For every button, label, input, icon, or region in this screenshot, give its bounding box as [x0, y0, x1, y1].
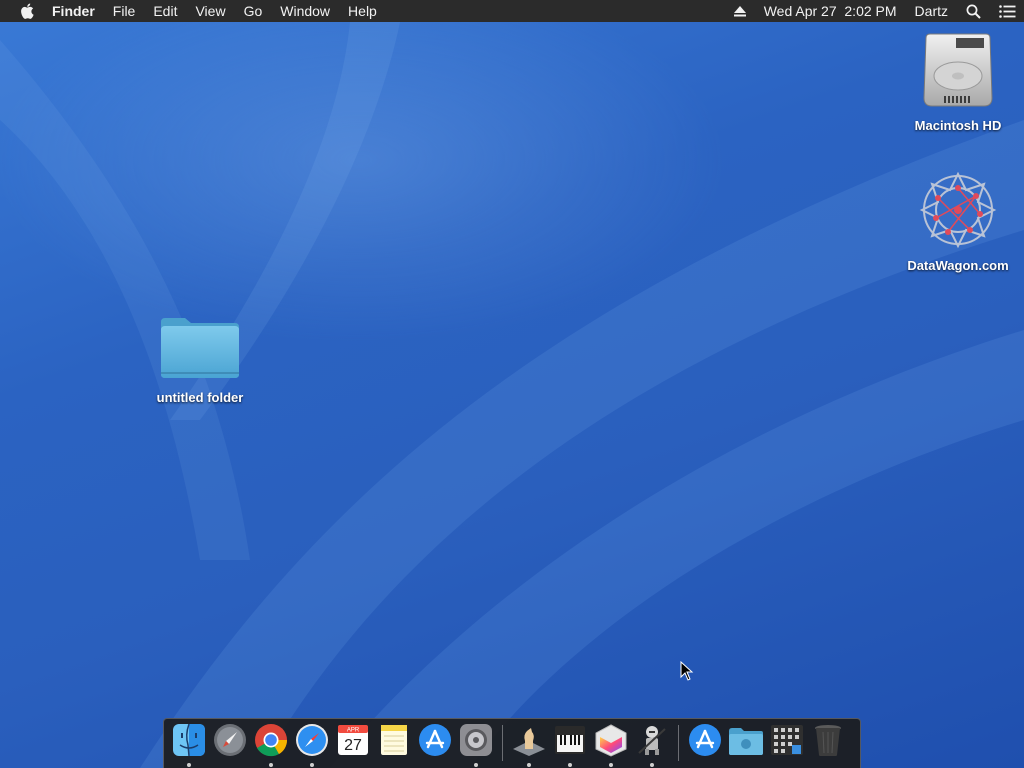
desktop-item-untitled-folder[interactable]: untitled folder — [135, 312, 265, 405]
chess-icon — [512, 728, 545, 756]
menu-view[interactable]: View — [195, 0, 225, 22]
dock-item-applications[interactable] — [686, 723, 723, 768]
finder-icon — [172, 723, 205, 757]
dock-separator — [678, 725, 679, 761]
running-indicator — [649, 763, 654, 767]
calendar-icon: APR 27 — [337, 725, 368, 755]
running-indicator — [567, 763, 572, 767]
menu-bar: Finder File Edit View Go Window Help Wed… — [0, 0, 1024, 22]
apple-icon[interactable] — [18, 2, 36, 20]
dock-item-chess[interactable] — [510, 723, 547, 768]
downloads-folder-icon — [728, 728, 763, 755]
dock-item-chrome[interactable] — [252, 723, 289, 768]
dock-item-notes[interactable] — [375, 723, 412, 768]
system-preferences-icon — [459, 724, 492, 756]
menu-app-finder[interactable]: Finder — [52, 0, 95, 22]
notification-center-icon[interactable] — [999, 4, 1016, 18]
calendar-day: 27 — [344, 737, 362, 754]
hard-drive-icon — [923, 33, 993, 107]
menu-window[interactable]: Window — [280, 0, 330, 22]
piano-icon — [554, 726, 585, 754]
dock-item-grapher[interactable] — [592, 723, 629, 768]
running-indicator — [608, 763, 613, 767]
desktop-item-datawagon[interactable]: DataWagon.com — [893, 170, 1023, 273]
running-indicator — [526, 763, 531, 767]
desktop-item-label: Macintosh HD — [914, 118, 1002, 133]
dock-item-trash[interactable] — [809, 723, 846, 768]
desktop-item-macintosh-hd[interactable]: Macintosh HD — [893, 32, 1023, 133]
dock-separator — [502, 725, 503, 761]
menubar-clock[interactable]: Wed Apr 27 2:02 PM — [764, 3, 897, 19]
dock-item-app-store[interactable] — [416, 723, 453, 768]
dock-item-calendar[interactable]: APR 27 — [334, 723, 371, 768]
menu-file[interactable]: File — [113, 0, 136, 22]
running-indicator — [309, 763, 314, 767]
eject-icon[interactable] — [733, 5, 746, 17]
running-indicator — [473, 763, 478, 767]
desktop-item-label: untitled folder — [156, 390, 244, 405]
menubar-user[interactable]: Dartz — [915, 3, 948, 19]
menubar-status-area: Wed Apr 27 2:02 PM Dartz — [716, 3, 1016, 19]
folder-icon — [161, 318, 239, 378]
dock-item-safari[interactable] — [293, 723, 330, 768]
menu-edit[interactable]: Edit — [153, 0, 177, 22]
dock-item-launchpad[interactable] — [211, 723, 248, 768]
calendar-month: APR — [346, 728, 359, 734]
launchpad-icon — [213, 724, 246, 756]
dock-item-downloads[interactable] — [727, 723, 764, 768]
safari-icon — [295, 724, 328, 756]
automator-icon — [637, 726, 666, 755]
dock: APR 27 — [163, 718, 861, 768]
dock-item-grid-folder[interactable] — [768, 723, 805, 768]
app-store-icon — [418, 724, 451, 756]
grapher-icon — [595, 724, 626, 757]
dock-item-piano[interactable] — [551, 723, 588, 768]
dock-item-system-preferences[interactable] — [457, 723, 494, 768]
notes-icon — [380, 725, 407, 755]
grid-folder-icon — [770, 725, 803, 755]
chrome-icon — [254, 724, 287, 757]
running-indicator — [268, 763, 273, 767]
dock-item-finder[interactable] — [170, 723, 207, 768]
mouse-cursor-icon — [680, 661, 694, 681]
spotlight-search-icon[interactable] — [966, 4, 981, 19]
running-indicator — [186, 763, 191, 767]
network-volume-icon — [919, 171, 997, 249]
trash-icon — [814, 725, 841, 756]
menu-go[interactable]: Go — [244, 0, 263, 22]
menu-help[interactable]: Help — [348, 0, 377, 22]
dock-item-automator[interactable] — [633, 723, 670, 768]
desktop-item-label: DataWagon.com — [907, 258, 1009, 273]
app-store-folder-icon — [688, 724, 721, 756]
